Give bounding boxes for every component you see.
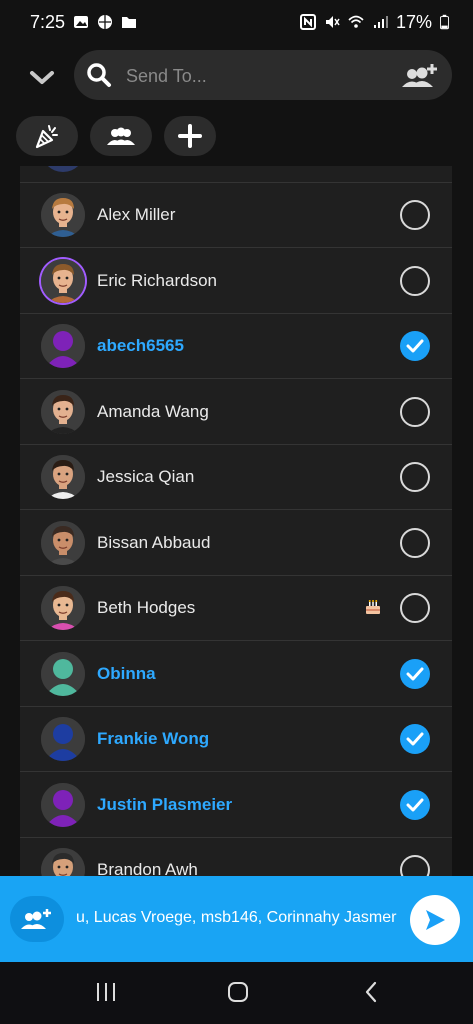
contact-name: Jessica Qian	[97, 467, 195, 486]
status-time: 7:25	[30, 11, 66, 32]
checkbox-checked[interactable]	[400, 789, 430, 820]
mute-icon	[325, 16, 340, 28]
plus-icon	[178, 124, 202, 148]
avatar	[41, 782, 85, 827]
send-to-header	[0, 44, 473, 166]
checkbox-checked[interactable]	[400, 658, 430, 689]
avatar	[41, 389, 85, 434]
create-group-button[interactable]	[10, 896, 64, 942]
checkbox-checked[interactable]	[400, 724, 430, 754]
checkbox-unchecked[interactable]	[400, 527, 430, 558]
checkmark-icon	[406, 732, 424, 746]
ball-icon	[98, 15, 113, 29]
checkbox-unchecked[interactable]	[400, 200, 430, 230]
send-bar: u, Lucas Vroege, msb146, Corinnahy Jasme…	[0, 876, 473, 962]
recent-apps-icon[interactable]	[94, 980, 118, 1004]
back-icon[interactable]	[360, 980, 384, 1004]
avatar	[41, 324, 85, 368]
signal-icon	[373, 16, 388, 28]
avatar	[41, 166, 85, 172]
contact-name: Justin Plasmeier	[97, 794, 233, 814]
list-item[interactable]: Amanda Wang	[20, 380, 452, 445]
avatar	[41, 193, 85, 237]
list-item[interactable]: Jessica Qian	[20, 445, 452, 510]
list-item[interactable]: Justin Plasmeier	[20, 773, 452, 838]
avatar	[41, 520, 85, 565]
battery-icon	[440, 14, 449, 30]
new-group-party-button[interactable]	[16, 116, 78, 156]
avatar	[41, 258, 85, 303]
checkbox-unchecked[interactable]	[400, 462, 430, 492]
checkbox-checked[interactable]	[400, 331, 430, 361]
send-button[interactable]	[410, 895, 460, 945]
contact-name: Brandon Awh	[97, 860, 198, 876]
contact-name: Obinna	[97, 663, 156, 683]
contact-name: Alex Miller	[97, 205, 176, 224]
avatar	[41, 717, 85, 761]
party-popper-icon	[35, 125, 58, 149]
group-icon	[107, 127, 135, 145]
avatar	[41, 651, 85, 696]
status-bar: 7:25 17%	[0, 0, 473, 44]
add-friends-icon[interactable]	[400, 60, 440, 90]
send-arrow-icon	[426, 910, 445, 930]
search-bar[interactable]	[74, 50, 452, 100]
wifi-icon	[348, 15, 364, 28]
list-item[interactable]: Beth Hodges	[20, 576, 452, 641]
list-item[interactable]: Alex Miller	[20, 183, 452, 248]
contact-name: Eric Richardson	[97, 270, 217, 290]
list-item[interactable]: abech6565	[20, 314, 452, 379]
folder-icon	[122, 17, 137, 28]
list-item[interactable]: Eric Richardson	[20, 249, 452, 314]
avatar	[41, 586, 85, 630]
avatar	[41, 848, 85, 876]
list-item[interactable]: Frankie Wong	[20, 707, 452, 772]
checkmark-icon	[406, 798, 424, 811]
list-item[interactable]: Obinna	[20, 642, 452, 707]
add-button[interactable]	[164, 116, 216, 156]
contact-name: Frankie Wong	[97, 729, 210, 748]
home-icon[interactable]	[226, 980, 250, 1004]
checkbox-unchecked[interactable]	[400, 855, 430, 876]
gallery-icon	[74, 16, 89, 28]
groups-button[interactable]	[90, 116, 152, 156]
list-item[interactable]: Brandon Awh	[20, 838, 452, 876]
search-input[interactable]	[124, 60, 388, 92]
contact-name: abech6565	[97, 336, 184, 355]
contact-list[interactable]: Alex Miller Eric Richardson abech6565 Ama…	[20, 166, 452, 876]
contact-name: Beth Hodges	[97, 598, 196, 617]
checkbox-unchecked[interactable]	[400, 396, 430, 427]
list-item[interactable]: Bissan Abbaud	[20, 511, 452, 576]
search-icon	[87, 63, 111, 87]
list-item-partial[interactable]	[20, 166, 452, 183]
birthday-cake-icon	[364, 598, 382, 619]
contact-name: Amanda Wang	[97, 401, 209, 421]
contact-name: Bissan Abbaud	[97, 532, 211, 552]
checkbox-unchecked[interactable]	[400, 593, 430, 623]
chevron-down-icon[interactable]	[26, 62, 58, 94]
checkmark-icon	[406, 667, 424, 680]
avatar	[41, 455, 85, 499]
selected-recipients: u, Lucas Vroege, msb146, Corinnahy Jasme…	[76, 909, 397, 926]
system-navigation-bar	[0, 962, 473, 1024]
battery-percent: 17%	[395, 11, 432, 32]
nfc-icon	[299, 14, 316, 30]
checkbox-unchecked[interactable]	[400, 265, 430, 296]
checkmark-icon	[406, 339, 424, 353]
add-group-icon	[21, 909, 51, 929]
